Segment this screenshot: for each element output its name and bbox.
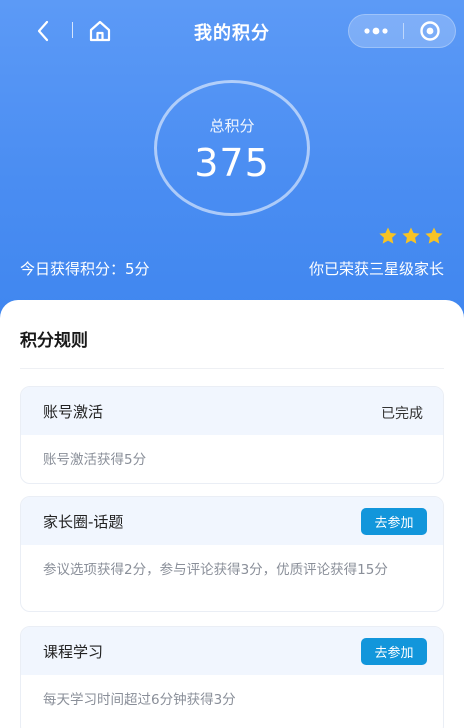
join-button[interactable]: 去参加 [361,638,427,665]
target-close-icon [420,21,440,41]
total-score-value: 375 [194,141,270,185]
rule-name: 账号激活 [43,403,104,421]
more-button[interactable] [349,15,403,47]
rule-card-header: 课程学习 去参加 [21,627,443,675]
rule-card-header: 账号激活 已完成 [21,387,443,435]
rules-panel: 积分规则 账号激活 已完成 账号激活获得5分 家长圈-话题 去参加 参议选项获得… [0,300,464,728]
rules-title: 积分规则 [20,331,88,351]
star-icon [379,227,397,244]
rule-card-header: 家长圈-话题 去参加 [21,497,443,545]
rule-desc: 账号激活获得5分 [43,452,147,468]
honor-level: 你已荣获三星级家长 [308,260,444,278]
rule-card-activate: 账号激活 已完成 账号激活获得5分 [20,386,444,484]
rule-desc: 每天学习时间超过6分钟获得3分 [43,692,236,708]
close-button[interactable] [404,15,456,47]
star-rating [378,226,444,246]
rule-card-course: 课程学习 去参加 每天学习时间超过6分钟获得3分 [20,626,444,728]
star-icon [425,227,443,244]
total-score-ring: 总积分 375 [154,80,310,216]
rule-name: 课程学习 [43,643,104,661]
more-dots-icon [364,27,388,35]
capsule-menu [348,14,456,48]
rule-card-topic: 家长圈-话题 去参加 参议选项获得2分，参与评论获得3分，优质评论获得15分 [20,496,444,612]
nav-bar: 我的积分 [0,0,464,62]
score-header: 我的积分 总积分 375 今日获得积分：5分 你已荣获三星级家长 [0,0,464,330]
rule-status: 已完成 [381,406,423,422]
rule-name: 家长圈-话题 [43,513,124,531]
total-score-label: 总积分 [209,117,255,135]
rule-desc: 参议选项获得2分，参与评论获得3分，优质评论获得15分 [43,562,388,578]
rules-divider [20,368,444,369]
star-icon [402,227,420,244]
today-points: 今日获得积分：5分 [20,260,150,278]
join-button[interactable]: 去参加 [361,508,427,535]
